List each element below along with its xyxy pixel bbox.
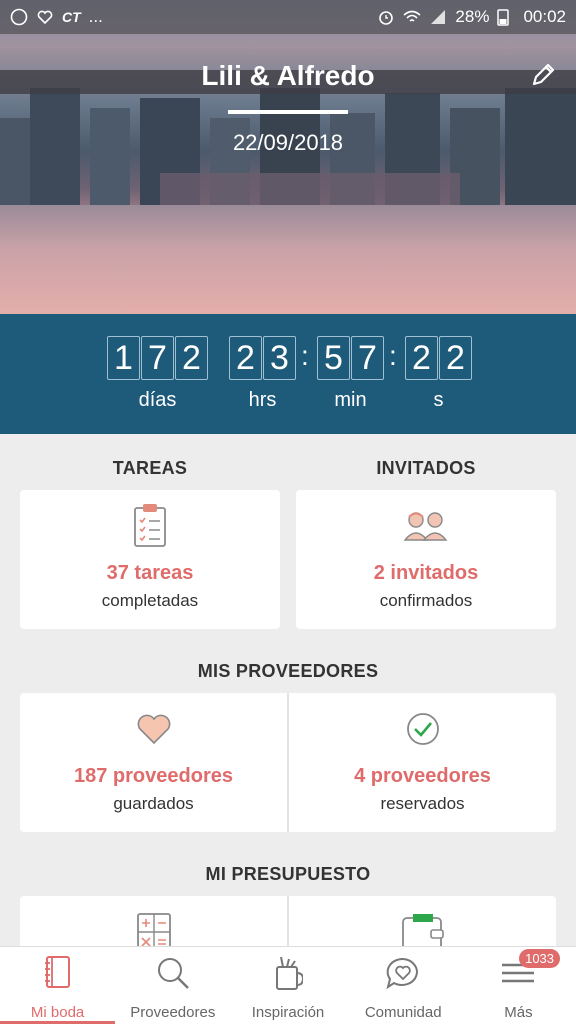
guests-count: 2 invitados [373,562,479,584]
title-underline [228,110,348,114]
colon-separator: : [389,340,397,371]
alarm-icon [377,8,395,26]
status-bar: CT ... 28% 00:02 [0,0,576,34]
days-digit: 1 [107,336,140,380]
nav-label: Más [504,1004,533,1021]
more-notifications: ... [88,7,103,26]
seconds-digits: 2 2 [405,336,473,380]
hours-digit: 3 [263,336,296,380]
booked-vendors[interactable]: 4 proveedores reservados [289,693,556,832]
hero-banner [0,0,576,314]
seconds-digit: 2 [439,336,472,380]
bottom-navigation: Mi boda Proveedores Inspiración Comunida… [0,946,576,1024]
notification-badge: 1033 [519,949,561,968]
signal-icon [429,8,447,26]
carrier-label: CT [62,9,81,25]
countdown-panel: 1 7 2 2 3 : 5 7 : 2 2 días hrs min s [0,314,576,434]
check-circle-icon [405,711,441,752]
booked-vendors-sub: reservados [380,794,465,813]
tasks-title: TAREAS [112,458,188,478]
heart-app-icon [36,8,54,26]
whatsapp-icon [10,8,28,26]
days-label: días [138,389,177,411]
saved-vendors[interactable]: 187 proveedores guardados [20,693,287,832]
nav-inspiracion[interactable]: Inspiración [230,947,345,1024]
clock: 00:02 [523,7,566,26]
hours-digits: 2 3 [229,336,297,380]
chat-heart-icon [385,955,421,996]
minutes-digits: 5 7 [317,336,385,380]
battery-percent: 28% [455,7,490,26]
nav-mi-boda[interactable]: Mi boda [0,947,116,1024]
nav-label: Comunidad [364,1004,442,1021]
tasks-count: 37 tareas [106,562,194,584]
hours-label: hrs [248,389,277,411]
nav-label: Mi boda [30,1004,85,1021]
days-digit: 7 [141,336,174,380]
heart-icon [136,713,172,750]
vendors-card: 187 proveedores guardados 4 proveedores … [20,693,556,832]
nav-mas[interactable]: Más 1033 [461,947,576,1024]
search-icon [155,955,191,996]
seconds-label: s [433,389,444,411]
nav-comunidad[interactable]: Comunidad [346,947,461,1024]
saved-vendors-count: 187 proveedores [74,765,233,787]
vendors-title: MIS PROVEEDORES [197,661,379,681]
inspiration-icon [273,955,305,996]
seconds-digit: 2 [405,336,438,380]
minutes-digit: 7 [351,336,384,380]
minutes-digit: 5 [317,336,350,380]
clipboard-icon [132,502,168,553]
booked-vendors-count: 4 proveedores [354,765,491,787]
guests-card[interactable]: 2 invitados confirmados [296,490,556,629]
tasks-sub: completadas [101,591,199,610]
days-digits: 1 7 2 [107,336,209,380]
hours-digit: 2 [229,336,262,380]
edit-pencil-icon[interactable] [528,60,558,90]
guests-icon [402,508,450,547]
wifi-icon [403,8,421,26]
nav-label: Proveedores [130,1004,216,1021]
tasks-card[interactable]: 37 tareas completadas [20,490,280,629]
guests-sub: confirmados [379,591,473,610]
water [0,205,576,314]
nav-proveedores[interactable]: Proveedores [115,947,230,1024]
couple-names: Lili & Alfredo [201,60,375,91]
days-digit: 2 [175,336,208,380]
wedding-date: 22/09/2018 [232,130,344,155]
colon-separator: : [301,340,309,371]
notebook-icon [43,955,73,996]
minutes-label: min [334,389,367,411]
nav-label: Inspiración [251,1004,325,1021]
budget-title: MI PRESUPUESTO [205,864,371,884]
saved-vendors-sub: guardados [113,794,194,813]
battery-icon [497,8,515,26]
guests-title: INVITADOS [376,458,476,478]
